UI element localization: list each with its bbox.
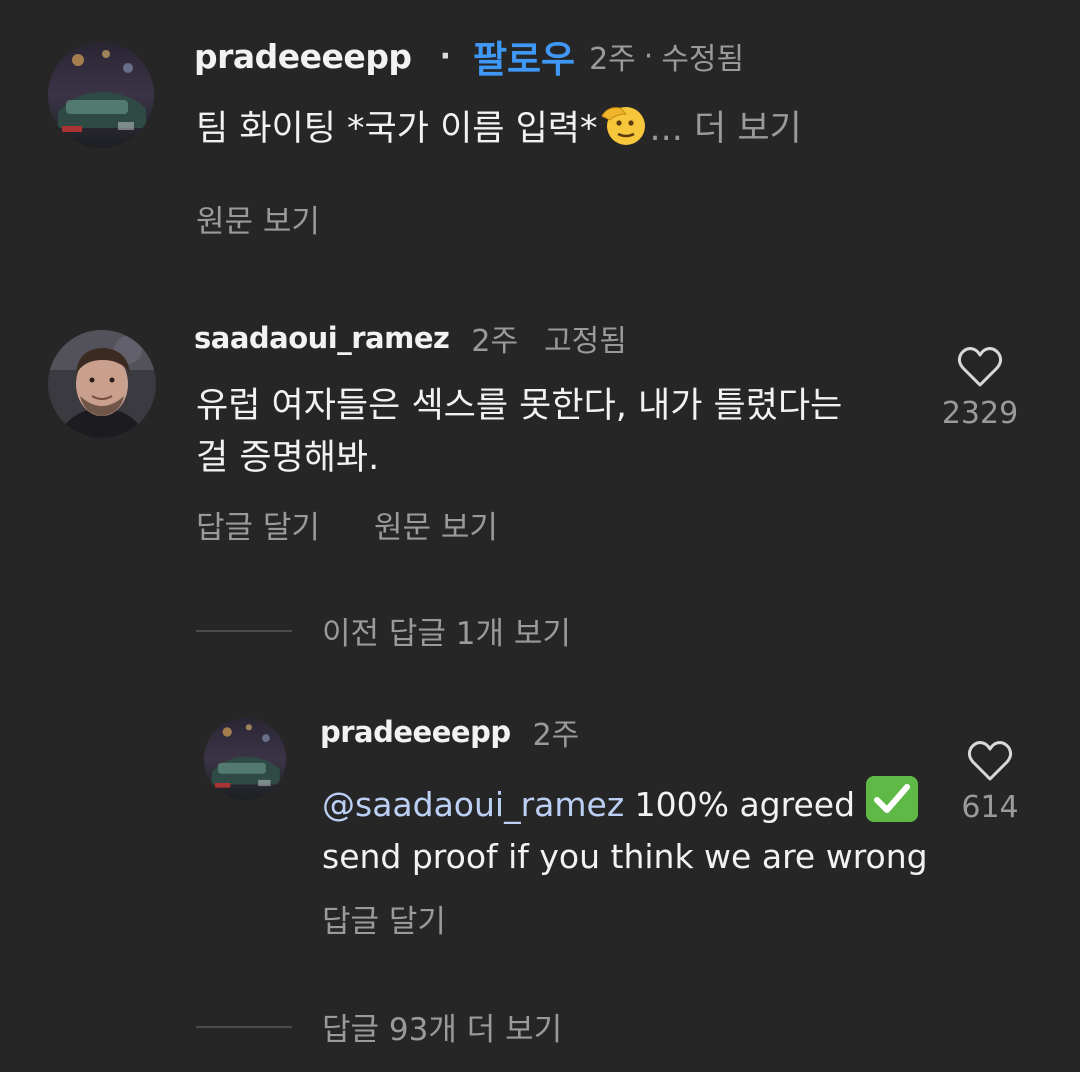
reply-text: @saadaoui_ramez 100% agreed send proof i… <box>322 776 928 883</box>
check-mark-icon <box>865 776 918 822</box>
username[interactable]: saadaoui_ramez <box>194 321 450 355</box>
reply-header: pradeeeepp 2주 <box>320 708 579 756</box>
view-more-replies-button[interactable]: 답글 93개 더 보기 <box>322 1008 562 1052</box>
username[interactable]: pradeeeepp <box>320 715 511 749</box>
saluting-face-icon <box>598 102 650 163</box>
timestamp: 2주 <box>532 718 580 753</box>
heart-icon[interactable] <box>957 346 1003 388</box>
like-group: 2329 <box>936 346 1024 431</box>
more-link[interactable]: ... 더 보기 <box>650 109 802 149</box>
comment-body: 팀 화이팅 *국가 이름 입력* <box>196 109 598 149</box>
reply-line: @saadaoui_ramez 100% agreed <box>322 776 928 831</box>
divider <box>196 1026 292 1028</box>
timestamp: 2주 <box>589 42 636 77</box>
timestamp: 2주 <box>471 324 519 359</box>
avatar[interactable] <box>48 42 154 148</box>
view-previous-replies-button[interactable]: 이전 답글 1개 보기 <box>322 612 571 656</box>
comment-text: 유럽 여자들은 섹스를 못한다, 내가 틀렸다는 걸 증명해봐. <box>196 380 842 484</box>
avatar[interactable] <box>48 330 156 438</box>
divider <box>196 630 292 632</box>
translate-button[interactable]: 원문 보기 <box>374 506 498 550</box>
comment-line: 걸 증명해봐. <box>196 438 380 478</box>
meta-separator: · <box>643 38 654 74</box>
edited-label: 수정됨 <box>661 42 745 77</box>
like-count: 2329 <box>941 396 1019 431</box>
reply-body: 100% agreed <box>624 785 856 824</box>
mention-link[interactable]: @saadaoui_ramez <box>322 785 624 824</box>
reply-button[interactable]: 답글 달기 <box>322 900 446 944</box>
comment-header: pradeeeepp · 팔로우 2주 · 수정됨 <box>194 29 745 83</box>
separator-dot: · <box>439 38 451 74</box>
comment-header: saadaoui_ramez 2주 고정됨 <box>194 314 627 362</box>
translate-button[interactable]: 원문 보기 <box>196 200 320 244</box>
reply-line: send proof if you think we are wrong <box>322 837 928 876</box>
heart-icon[interactable] <box>967 740 1013 782</box>
reply-button[interactable]: 답글 달기 <box>196 506 320 550</box>
avatar[interactable] <box>204 718 286 800</box>
username[interactable]: pradeeeepp <box>194 37 412 76</box>
follow-button[interactable]: 팔로우 <box>473 29 575 83</box>
comment-line: 유럽 여자들은 섹스를 못한다, 내가 틀렸다는 <box>196 386 843 426</box>
pinned-label: 고정됨 <box>544 324 627 359</box>
like-count: 614 <box>961 790 1019 825</box>
comment-text: 팀 화이팅 *국가 이름 입력* ... 더 보기 <box>196 102 802 163</box>
like-group: 614 <box>946 740 1034 825</box>
